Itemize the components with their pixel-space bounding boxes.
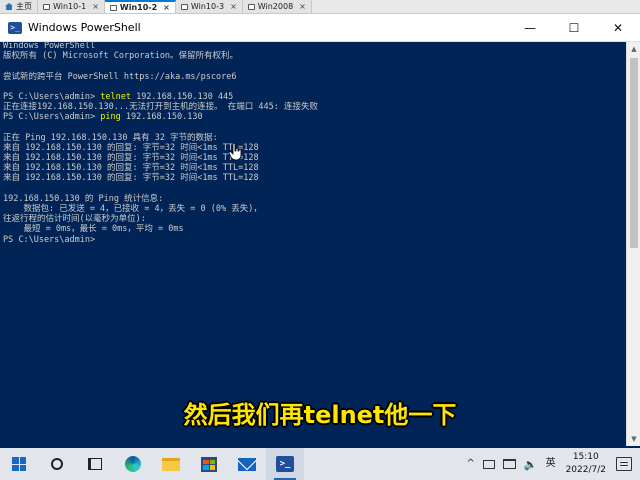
close-tab-icon[interactable]: × — [230, 2, 237, 11]
console-line: 来自 192.168.150.130 的回复: 字节=32 时间<1ms TTL… — [3, 153, 259, 164]
search-button[interactable] — [38, 448, 76, 480]
store-icon — [201, 456, 217, 472]
tab-label: Win10-3 — [190, 2, 225, 11]
console-command-args: 192.168.150.130 — [120, 112, 203, 123]
task-view-button[interactable] — [76, 448, 114, 480]
vertical-scrollbar[interactable]: ▲ ▼ — [626, 42, 640, 446]
console-line: 版权所有 (C) Microsoft Corporation。保留所有权利。 — [3, 51, 239, 62]
powershell-icon: >_ — [276, 456, 294, 472]
vm-tab-bar: 主页 Win10-1 × Win10-2 × Win10-3 × Win2008… — [0, 0, 640, 14]
vm-icon — [109, 4, 117, 11]
tab-label: 主页 — [16, 2, 32, 11]
vm-icon — [247, 3, 255, 10]
console-command: ping — [100, 112, 121, 123]
clock-time: 15:10 — [572, 452, 599, 462]
console-line: 正在 Ping 192.168.150.130 具有 32 字节的数据: — [3, 132, 218, 143]
taskbar: >_ ^ 🔈 英 15:10 2022/7/2 — [0, 448, 640, 480]
windows-logo-icon — [12, 457, 26, 471]
file-explorer-button[interactable] — [152, 448, 190, 480]
console-line: 正在连接192.168.150.130...无法打开到主机的连接。 在端口 44… — [3, 102, 318, 113]
window-title: Windows PowerShell — [28, 21, 141, 34]
vm-icon — [43, 3, 50, 10]
scroll-up-icon[interactable]: ▲ — [627, 42, 640, 56]
start-button[interactable] — [0, 448, 38, 480]
tab-label: Win10-1 — [53, 2, 87, 11]
store-button[interactable] — [190, 448, 228, 480]
console-line: 来自 192.168.150.130 的回复: 字节=32 时间<1ms TTL… — [3, 173, 259, 184]
console-line: PS C:\Users\admin> — [3, 234, 96, 245]
tab-label: Win10-2 — [119, 3, 158, 12]
window-title-bar[interactable]: >_ Windows PowerShell — ☐ ✕ — [0, 14, 640, 42]
mail-icon — [238, 457, 256, 471]
network-icon[interactable] — [502, 459, 516, 469]
console-line: Windows PowerShell — [3, 41, 96, 51]
video-subtitle: 然后我们再telnet他一下 — [183, 401, 457, 429]
powershell-taskbar-button[interactable]: >_ — [266, 448, 304, 480]
tab-win2008[interactable]: Win2008 × — [242, 0, 312, 13]
search-icon — [51, 458, 63, 470]
folder-icon — [162, 457, 180, 471]
edge-icon — [125, 456, 141, 472]
notification-icon[interactable] — [616, 457, 632, 471]
hand-cursor-icon — [229, 143, 242, 161]
close-button[interactable]: ✕ — [596, 14, 640, 42]
console-command: telnet — [100, 91, 131, 102]
console-line: PS C:\Users\admin> telnet 192.168.150.13… — [3, 92, 623, 102]
tab-win10-2[interactable]: Win10-2 × — [104, 0, 176, 13]
console-line: 192.168.150.130 的 Ping 统计信息: — [3, 193, 164, 204]
task-view-icon — [88, 458, 102, 470]
show-hidden-icons-chevron[interactable]: ^ — [462, 448, 478, 480]
vm-icon — [180, 3, 188, 10]
battery-icon[interactable] — [482, 459, 495, 469]
console-line: 最短 = 0ms，最长 = 0ms，平均 = 0ms — [3, 224, 184, 235]
home-icon — [5, 3, 13, 10]
console-line: 数据包: 已发送 = 4，已接收 = 4，丢失 = 0 (0% 丢失)， — [3, 204, 262, 214]
input-method-indicator[interactable]: 英 — [542, 448, 560, 480]
console-line: 来自 192.168.150.130 的回复: 字节=32 时间<1ms TTL… — [3, 142, 259, 153]
console-line: 来自 192.168.150.130 的回复: 字节=32 时间<1ms TTL… — [3, 163, 259, 174]
clock[interactable]: 15:10 2022/7/2 — [560, 451, 612, 477]
console-command-args: 192.168.150.130 445 — [130, 91, 234, 102]
powershell-icon: >_ — [8, 21, 22, 34]
console-prompt: PS C:\Users\admin> — [3, 91, 101, 102]
minimize-button[interactable]: — — [508, 14, 552, 42]
volume-icon[interactable]: 🔈 — [520, 458, 542, 471]
close-tab-icon[interactable]: × — [163, 3, 170, 12]
edge-button[interactable] — [114, 448, 152, 480]
console-line: PS C:\Users\admin> ping 192.168.150.130 — [3, 112, 623, 122]
tab-home[interactable]: 主页 — [0, 0, 38, 13]
tab-label: Win2008 — [257, 2, 294, 11]
console-output[interactable]: Windows PowerShell 版权所有 (C) Microsoft Cor… — [3, 41, 623, 445]
tab-win10-3[interactable]: Win10-3 × — [175, 0, 243, 13]
maximize-button[interactable]: ☐ — [552, 14, 596, 42]
console-line: 尝试新的跨平台 PowerShell https://aka.ms/pscore… — [3, 71, 237, 82]
console-line: 往返行程的估计时间(以毫秒为单位): — [3, 214, 146, 225]
system-tray: ^ 🔈 英 15:10 2022/7/2 — [462, 448, 640, 480]
scrollbar-thumb[interactable] — [630, 58, 638, 248]
close-tab-icon[interactable]: × — [92, 2, 99, 11]
tab-win10-1[interactable]: Win10-1 × — [38, 0, 105, 13]
close-tab-icon[interactable]: × — [299, 2, 306, 11]
scroll-down-icon[interactable]: ▼ — [627, 432, 640, 446]
mail-button[interactable] — [228, 448, 266, 480]
clock-date: 2022/7/2 — [565, 465, 606, 475]
console-prompt: PS C:\Users\admin> — [3, 112, 101, 123]
